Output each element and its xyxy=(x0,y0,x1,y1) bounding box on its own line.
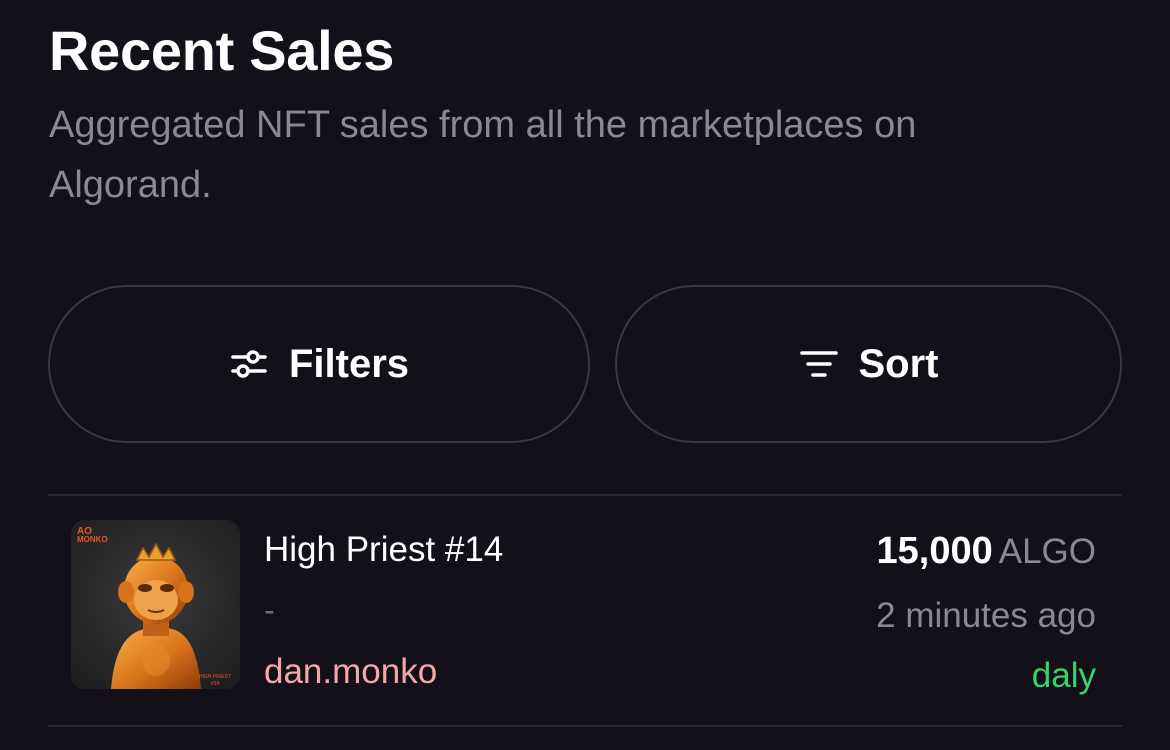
buyer-link[interactable]: dan.monko xyxy=(264,652,437,692)
nft-secondary-text: - xyxy=(264,592,275,628)
filters-button[interactable]: Filters xyxy=(48,285,590,443)
list-divider xyxy=(48,494,1122,496)
svg-text:MONKO: MONKO xyxy=(77,535,108,544)
sort-lines-icon xyxy=(799,351,838,377)
sale-price: 15,000 ALGO xyxy=(877,530,1097,573)
sliders-icon xyxy=(231,350,267,378)
page-title: Recent Sales xyxy=(49,19,395,82)
sale-timestamp: 2 minutes ago xyxy=(876,596,1096,635)
nft-artwork-image: AO MONKO HIGH PRIEST #14 xyxy=(71,520,240,689)
nft-name[interactable]: High Priest #14 xyxy=(264,530,503,570)
recent-sales-page: Recent Sales Aggregated NFT sales from a… xyxy=(0,0,1170,750)
price-amount: 15,000 xyxy=(876,530,993,572)
svg-text:#14: #14 xyxy=(211,681,220,687)
sort-button[interactable]: Sort xyxy=(615,285,1122,443)
marketplace-link[interactable]: daly xyxy=(1032,656,1096,696)
nft-thumbnail[interactable]: AO MONKO HIGH PRIEST #14 xyxy=(71,520,240,689)
filters-label: Filters xyxy=(288,341,410,386)
page-subtitle: Aggregated NFT sales from all the market… xyxy=(49,104,917,206)
sort-label: Sort xyxy=(858,341,939,386)
list-divider xyxy=(48,725,1122,727)
svg-text:HIGH PRIEST: HIGH PRIEST xyxy=(199,674,231,680)
price-currency: ALGO xyxy=(998,532,1096,571)
